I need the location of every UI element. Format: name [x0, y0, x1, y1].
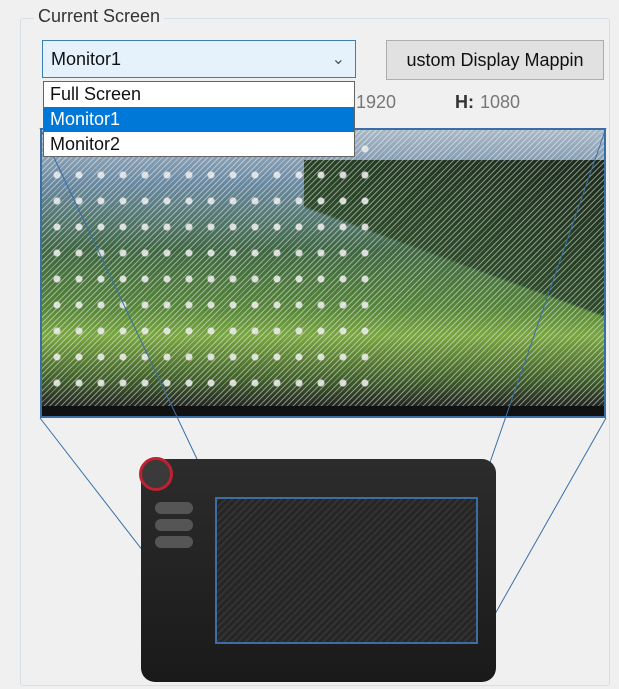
express-key-2	[155, 519, 193, 531]
express-key-3	[155, 536, 193, 548]
dropdown-option-monitor2[interactable]: Monitor2	[44, 132, 354, 157]
tablet-active-area[interactable]	[215, 497, 478, 644]
screen-dropdown-list[interactable]: Full Screen Monitor1 Monitor2	[43, 81, 355, 157]
dropdown-option-full-screen[interactable]: Full Screen	[44, 82, 354, 107]
express-key-1	[155, 502, 193, 514]
wacom-dial-icon	[139, 457, 173, 491]
dropdown-option-monitor1[interactable]: Monitor1	[44, 107, 354, 132]
